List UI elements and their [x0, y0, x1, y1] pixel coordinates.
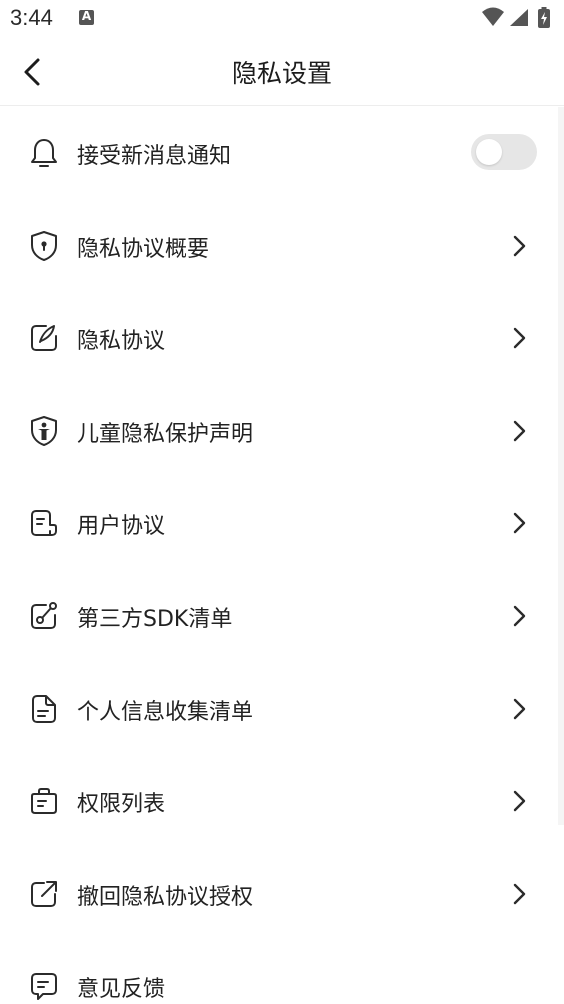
- settings-item-label: 意见反馈: [77, 977, 166, 1003]
- agreement-doc-icon: [31, 510, 57, 537]
- navigation-bar: 隐私设置: [0, 38, 564, 106]
- settings-item-label: 第三方SDK清单: [77, 606, 233, 632]
- settings-item-third-party-sdk[interactable]: 第三方SDK清单: [0, 570, 564, 663]
- settings-item-privacy-agreement[interactable]: 隐私协议: [0, 292, 564, 385]
- settings-item-new-message-notification: 接受新消息通知: [0, 107, 564, 200]
- settings-list: 接受新消息通知 隐私协议概要 隐私协议 儿童隐私保护声明 用户协议 第三方SDK…: [0, 107, 564, 1004]
- shield-keyhole-icon: [31, 230, 57, 261]
- chevron-right-icon: [513, 513, 526, 534]
- notification-a-icon: A: [79, 9, 94, 25]
- chevron-right-icon: [513, 790, 526, 812]
- settings-item-label: 接受新消息通知: [77, 144, 232, 169]
- feedback-chat-icon: [31, 973, 57, 1001]
- edit-note-icon: [31, 325, 57, 352]
- settings-item-label: 用户协议: [77, 514, 166, 540]
- settings-item-privacy-summary[interactable]: 隐私协议概要: [0, 200, 564, 293]
- settings-item-label: 儿童隐私保护声明: [77, 421, 254, 447]
- settings-item-label: 权限列表: [77, 792, 166, 818]
- settings-item-label: 隐私协议: [77, 329, 166, 355]
- chevron-right-icon: [513, 420, 526, 441]
- status-time: 3:44: [10, 5, 53, 30]
- chevron-right-icon: [513, 605, 526, 627]
- document-list-icon: [32, 694, 56, 723]
- notification-toggle[interactable]: [471, 134, 537, 170]
- settings-item-permission-list[interactable]: 权限列表: [0, 755, 564, 848]
- chevron-right-icon: [513, 698, 526, 719]
- chevron-right-icon: [513, 883, 526, 904]
- settings-item-revoke-authorization[interactable]: 撤回隐私协议授权: [0, 848, 564, 941]
- settings-item-label: 隐私协议概要: [77, 236, 210, 262]
- bell-icon: [31, 139, 57, 167]
- sdk-link-icon: [31, 601, 57, 629]
- toggle-knob: [476, 139, 502, 165]
- chevron-right-icon: [513, 235, 526, 256]
- child-shield-icon: [31, 415, 57, 446]
- settings-item-children-privacy[interactable]: 儿童隐私保护声明: [0, 385, 564, 478]
- page-title: 隐私设置: [231, 59, 332, 88]
- settings-item-label: 撤回隐私协议授权: [77, 884, 254, 910]
- cellular-signal-icon: [510, 9, 528, 26]
- settings-item-user-agreement[interactable]: 用户协议: [0, 477, 564, 570]
- permission-bag-icon: [31, 788, 57, 815]
- wifi-icon: [482, 7, 504, 26]
- settings-item-feedback[interactable]: 意见反馈: [0, 940, 564, 1004]
- revoke-share-icon: [31, 880, 57, 907]
- system-status-icons: [482, 7, 550, 28]
- settings-item-personal-info-list[interactable]: 个人信息收集清单: [0, 663, 564, 756]
- chevron-right-icon: [513, 327, 526, 349]
- settings-item-label: 个人信息收集清单: [77, 699, 254, 725]
- status-bar: 3:44 A: [0, 0, 564, 38]
